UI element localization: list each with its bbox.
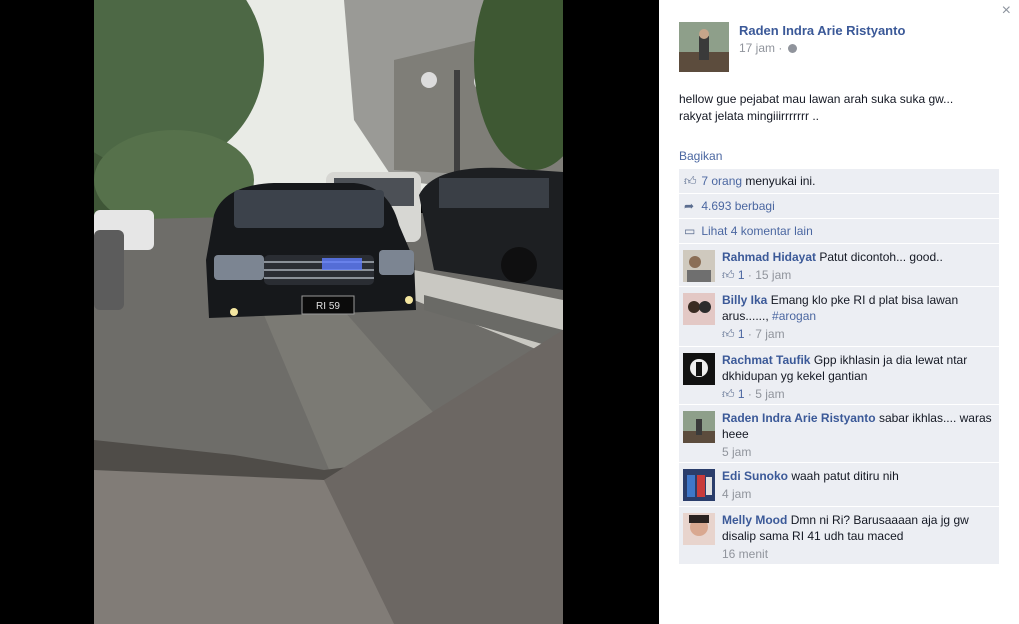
comment-item: Edi Sunoko waah patut ditiru nih 4 jam xyxy=(679,463,999,507)
comment-item: Melly Mood Dmn ni Ri? Barusaaaan aja jg … xyxy=(679,507,999,565)
thumbs-up-icon[interactable]: 👍︎ xyxy=(722,268,735,282)
comment-time[interactable]: 16 menit xyxy=(722,547,768,561)
comment-time[interactable]: 5 jam xyxy=(755,387,784,401)
post-time[interactable]: 17 jam xyxy=(739,41,775,55)
commenter-name[interactable]: Rachmat Taufik xyxy=(722,353,810,367)
comment-meta: 👍︎ 1 · 15 jam xyxy=(722,268,792,282)
share-arrow-icon: ➦ xyxy=(684,199,695,213)
comment-meta: 4 jam xyxy=(722,486,993,502)
shares-row: ➦ 4.693 berbagi xyxy=(679,194,999,219)
comment-time[interactable]: 7 jam xyxy=(755,327,784,341)
comment-like-count[interactable]: 1 xyxy=(738,327,745,341)
post-photo[interactable]: RI 59 xyxy=(94,0,563,624)
comment-item: Raden Indra Arie Ristyanto sabar ikhlas.… xyxy=(679,405,999,463)
post-text-line2: rakyat jelata mingiiirrrrrrr .. xyxy=(679,109,820,123)
author-avatar[interactable] xyxy=(679,22,729,72)
close-icon[interactable]: × xyxy=(1002,2,1011,20)
commenter-avatar[interactable] xyxy=(683,411,715,443)
commenter-name[interactable]: Rahmad Hidayat xyxy=(722,250,816,264)
thumbs-up-icon[interactable]: 👍︎ xyxy=(722,327,735,341)
author-name[interactable]: Raden Indra Arie Ristyanto xyxy=(739,23,905,38)
comment-time[interactable]: 4 jam xyxy=(722,487,751,501)
comment-item: Rahmad Hidayat Patut dicontoh... good.. … xyxy=(679,244,999,287)
post-meta: 17 jam · xyxy=(739,41,797,55)
globe-icon xyxy=(787,44,797,53)
commenter-avatar[interactable] xyxy=(683,293,715,325)
commenter-avatar[interactable] xyxy=(683,469,715,501)
comment-meta: 5 jam xyxy=(722,444,993,460)
comment-time[interactable]: 15 jam xyxy=(755,268,791,282)
commenter-name[interactable]: Melly Mood xyxy=(722,513,787,527)
comment-like-count[interactable]: 1 xyxy=(738,387,745,401)
photo-viewer: RI 59 xyxy=(0,0,659,624)
commenter-avatar[interactable] xyxy=(683,250,715,282)
post-sidebar: × Raden Indra Arie Ristyanto 17 jam · he… xyxy=(659,0,1019,624)
comment-text: Patut dicontoh... good.. xyxy=(819,250,943,264)
commenter-name[interactable]: Billy Ika xyxy=(722,293,767,307)
likes-count-link[interactable]: 7 orang xyxy=(701,174,742,188)
commenter-name[interactable]: Raden Indra Arie Ristyanto xyxy=(722,411,876,425)
commenter-name[interactable]: Edi Sunoko xyxy=(722,469,788,483)
comment-time[interactable]: 5 jam xyxy=(722,445,751,459)
commenter-avatar[interactable] xyxy=(683,513,715,545)
share-button[interactable]: Bagikan xyxy=(679,149,722,163)
hashtag-link[interactable]: #arogan xyxy=(772,309,816,323)
comment-like-count[interactable]: 1 xyxy=(738,268,745,282)
speech-bubble-icon: ▭ xyxy=(684,224,696,238)
more-comments-link[interactable]: Lihat 4 komentar lain xyxy=(701,224,812,238)
shares-link[interactable]: 4.693 berbagi xyxy=(701,199,774,213)
more-comments-row: ▭ Lihat 4 komentar lain xyxy=(679,219,999,244)
post-text: hellow gue pejabat mau lawan arah suka s… xyxy=(679,91,999,125)
likes-suffix: menyukai ini. xyxy=(742,174,816,188)
license-plate: RI 59 xyxy=(316,301,340,312)
comment-meta: 👍︎ 1 · 5 jam xyxy=(722,387,785,401)
comment-meta: 16 menit xyxy=(722,546,993,562)
meta-separator: · xyxy=(778,41,783,55)
comment-text: waah patut ditiru nih xyxy=(791,469,899,483)
post-text-line1: hellow gue pejabat mau lawan arah suka s… xyxy=(679,92,954,106)
likes-row: 👍︎ 7 orang menyukai ini. xyxy=(679,169,999,194)
comment-item: Billy Ika Emang klo pke RI d plat bisa l… xyxy=(679,287,999,347)
thumbs-up-icon: 👍︎ xyxy=(684,174,697,188)
commenter-avatar[interactable] xyxy=(683,353,715,385)
ufi-panel: 👍︎ 7 orang menyukai ini. ➦ 4.693 berbagi… xyxy=(679,169,999,565)
comment-meta: 👍︎ 1 · 7 jam xyxy=(722,327,785,341)
thumbs-up-icon[interactable]: 👍︎ xyxy=(722,387,735,401)
comment-item: Rachmat Taufik Gpp ikhlasin ja dia lewat… xyxy=(679,347,999,405)
